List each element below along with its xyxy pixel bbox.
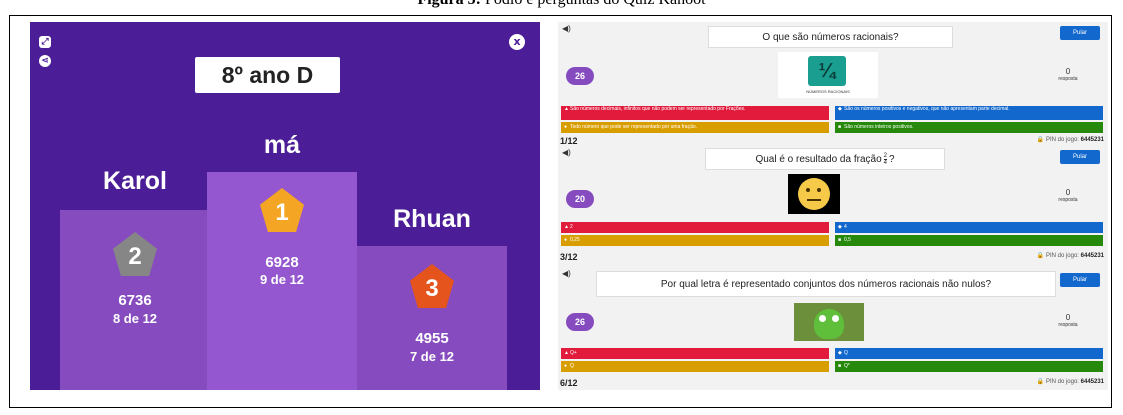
kahoot-podium: ⤢ ⋖ x 8º ano D Karol 2 6736 8 de 12 má 1… bbox=[30, 22, 540, 390]
share-icon[interactable]: ⋖ bbox=[39, 55, 51, 67]
close-button[interactable]: x bbox=[509, 34, 525, 50]
speaker-icon[interactable]: ◀) bbox=[562, 24, 571, 33]
first-place-badge: 1 bbox=[260, 188, 304, 232]
second-place-column: 2 6736 8 de 12 bbox=[60, 210, 210, 390]
answers-count: 0 resposta bbox=[1058, 313, 1078, 328]
answers-count: 0 resposta bbox=[1058, 188, 1078, 203]
answer-option-red[interactable]: ▲ 2 bbox=[561, 222, 829, 233]
skip-button[interactable]: Pular bbox=[1060, 26, 1100, 40]
first-place-correct: 9 de 12 bbox=[259, 272, 305, 287]
first-place-score: 6928 bbox=[265, 254, 299, 271]
question-footer: 6/12 🔒 PIN do jogo: 6445231 bbox=[558, 378, 1108, 388]
third-place-correct: 7 de 12 bbox=[409, 349, 455, 364]
game-pin: 🔒 PIN do jogo: 6445231 bbox=[1036, 253, 1104, 259]
figure-caption: Figura 5: Pódio e perguntas do Quiz Kaho… bbox=[0, 0, 1123, 9]
timer-badge: 20 bbox=[566, 190, 594, 208]
image-caption: NÚMEROS RACIONAIS bbox=[806, 89, 850, 94]
third-place-score: 4955 bbox=[415, 330, 449, 347]
question-panel-1: ◀) O que são números racionais? Pular 26… bbox=[558, 22, 1108, 146]
question-text: O que são números racionais? bbox=[708, 26, 953, 48]
timer-badge: 26 bbox=[566, 313, 594, 331]
answer-option-blue[interactable]: ◆ Q bbox=[835, 348, 1103, 359]
expand-icon[interactable]: ⤢ bbox=[39, 36, 51, 48]
speaker-icon[interactable]: ◀) bbox=[562, 148, 571, 157]
thinking-emoji-icon bbox=[798, 178, 830, 210]
speaker-icon[interactable]: ◀) bbox=[562, 269, 571, 278]
podium-title: 8º ano D bbox=[195, 57, 340, 93]
answers-count: 0 resposta bbox=[1058, 67, 1078, 82]
question-footer: 1/12 🔒 PIN do jogo: 6445231 bbox=[558, 136, 1108, 146]
question-image bbox=[794, 303, 864, 341]
question-panel-2: ◀) Qual é o resultado da fração 24 ? Pul… bbox=[558, 146, 1108, 268]
question-text: Por qual letra é representado conjuntos … bbox=[596, 271, 1056, 297]
answer-option-yellow[interactable]: ● Q bbox=[561, 361, 829, 372]
timer-badge: 26 bbox=[566, 67, 594, 85]
question-counter: 3/12 bbox=[560, 252, 578, 262]
kahoot-questions: ◀) O que são números racionais? Pular 26… bbox=[558, 22, 1108, 390]
skip-button[interactable]: Pular bbox=[1060, 150, 1100, 164]
first-place-name: má bbox=[263, 131, 301, 159]
third-place-column: 3 4955 7 de 12 bbox=[357, 246, 507, 390]
question-counter: 1/12 bbox=[560, 136, 578, 146]
second-place-name: Karol bbox=[103, 167, 167, 195]
answer-option-yellow[interactable]: ● Todo número que pode ser representado p… bbox=[561, 122, 829, 133]
fraction-symbol: 24 bbox=[883, 152, 887, 166]
question-counter: 6/12 bbox=[560, 378, 578, 388]
second-place-badge: 2 bbox=[113, 232, 157, 276]
question-image bbox=[788, 174, 840, 214]
lock-icon: 🔒 bbox=[1036, 379, 1045, 385]
question-panel-3: ◀) Por qual letra é representado conjunt… bbox=[558, 267, 1108, 389]
number-illustration: ¼ bbox=[808, 56, 846, 86]
lock-icon: 🔒 bbox=[1036, 137, 1045, 143]
answer-option-green[interactable]: ■ 0,5 bbox=[835, 235, 1103, 246]
answer-option-blue[interactable]: ◆ São os números positivos e negativos, q… bbox=[835, 106, 1103, 120]
question-text: Qual é o resultado da fração 24 ? bbox=[705, 148, 945, 170]
answer-option-blue[interactable]: ◆ 4 bbox=[835, 222, 1103, 233]
frog-illustration-icon bbox=[814, 309, 844, 339]
third-place-name: Rhuan bbox=[393, 205, 471, 233]
first-place-column: 1 6928 9 de 12 bbox=[207, 172, 357, 390]
second-place-correct: 8 de 12 bbox=[112, 311, 158, 326]
third-place-badge: 3 bbox=[410, 264, 454, 308]
skip-button[interactable]: Pular bbox=[1060, 273, 1100, 287]
answer-option-red[interactable]: ▲ Q+ bbox=[561, 348, 829, 359]
game-pin: 🔒 PIN do jogo: 6445231 bbox=[1036, 137, 1104, 143]
game-pin: 🔒 PIN do jogo: 6445231 bbox=[1036, 379, 1104, 385]
answer-option-green[interactable]: ■ São números inteiros positivos. bbox=[835, 122, 1103, 133]
second-place-score: 6736 bbox=[118, 292, 152, 309]
question-footer: 3/12 🔒 PIN do jogo: 6445231 bbox=[558, 252, 1108, 262]
answer-option-yellow[interactable]: ● 0,25 bbox=[561, 235, 829, 246]
question-image: ¼ NÚMEROS RACIONAIS bbox=[778, 52, 878, 98]
answer-option-red[interactable]: ▲ São números decimais, infinitos que não… bbox=[561, 106, 829, 120]
lock-icon: 🔒 bbox=[1036, 253, 1045, 259]
answer-option-green[interactable]: ■ Q* bbox=[835, 361, 1103, 372]
